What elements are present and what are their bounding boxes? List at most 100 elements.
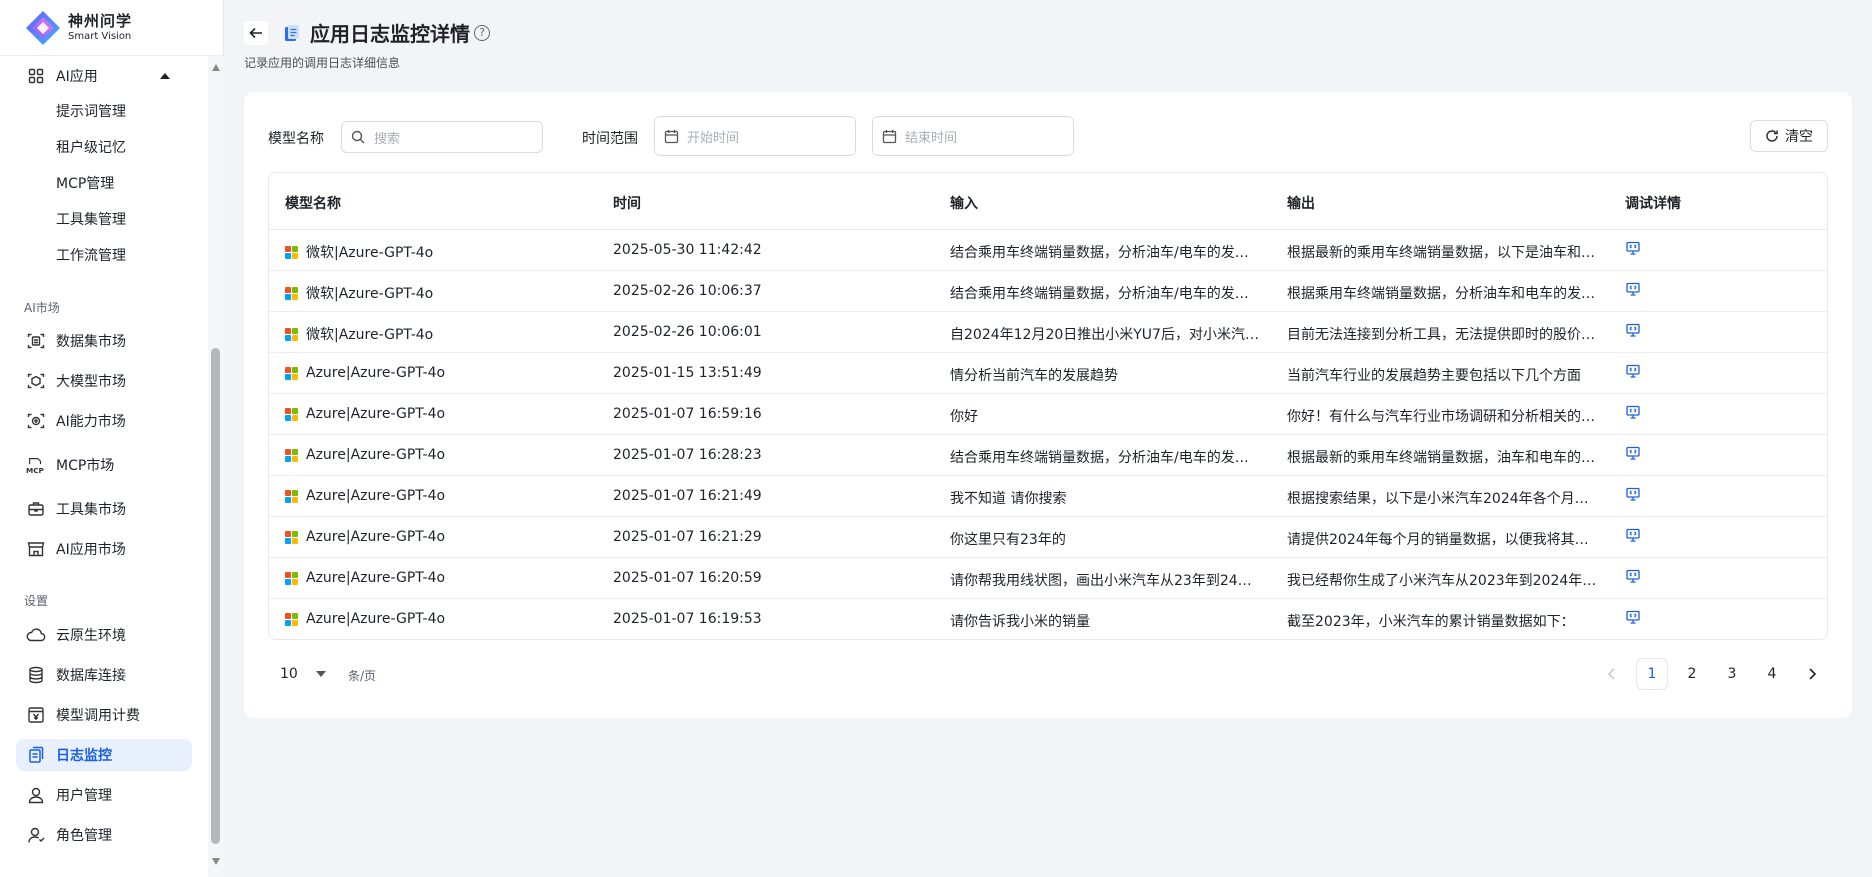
logo-square (292, 334, 298, 341)
debug-detail-icon[interactable] (1625, 322, 1641, 342)
clear-button[interactable]: 清空 (1750, 120, 1828, 152)
cell-model: Azure|Azure-GPT-4o (285, 406, 585, 422)
billing-icon (26, 705, 46, 725)
search-icon (350, 129, 366, 145)
search-placeholder: 搜索 (374, 131, 401, 147)
sidebar-item-ai-app[interactable]: AI应用 (16, 60, 192, 92)
cell-model: 微软|Azure-GPT-4o (285, 324, 585, 344)
model-name: Azure|Azure-GPT-4o (306, 447, 446, 463)
sidebar-item-toolset-market[interactable]: 工具集市场 (16, 493, 192, 525)
col-model: 模型名称 (285, 196, 341, 212)
page-button-4[interactable]: 4 (1756, 658, 1788, 690)
logo-square (285, 537, 291, 544)
cell-time: 2025-01-07 16:21:49 (613, 488, 762, 504)
debug-detail-icon[interactable] (1625, 363, 1641, 383)
document-icon (282, 23, 302, 43)
logo-square (285, 293, 291, 300)
sidebar-item-user-mgmt[interactable]: 用户管理 (16, 779, 192, 811)
logo-square (292, 612, 298, 619)
scroll-up-icon[interactable] (212, 64, 220, 71)
debug-detail-icon[interactable] (1625, 527, 1641, 547)
logo-square (292, 293, 298, 300)
cell-input: 我不知道 请你搜索 (950, 491, 1067, 507)
microsoft-logo-icon (285, 407, 298, 421)
sidebar-item-mcp-market[interactable]: MCP MCP市场 (16, 449, 192, 481)
sidebar-item-app-market[interactable]: AI应用市场 (16, 533, 192, 565)
debug-detail-icon[interactable] (1625, 486, 1641, 506)
cell-output: 根据最新的乘用车终端销量数据，以下是油车和电车的发展趋势分析 (1287, 245, 1597, 261)
logo-square (292, 245, 298, 252)
cell-model: Azure|Azure-GPT-4o (285, 611, 585, 627)
col-input: 输入 (950, 196, 978, 212)
cell-model: Azure|Azure-GPT-4o (285, 570, 585, 586)
page-size-select[interactable]: 10 (268, 658, 338, 690)
prev-page-button[interactable] (1596, 658, 1628, 690)
debug-detail-icon[interactable] (1625, 404, 1641, 424)
brand-logo[interactable]: 神州问学 Smart Vision (0, 0, 223, 56)
sidebar-item-label: AI应用 (56, 69, 98, 85)
logo-square (285, 619, 291, 626)
search-input[interactable]: 搜索 (341, 121, 543, 153)
table-row: Azure|Azure-GPT-4o 2025-01-15 13:51:49 情分析… (269, 353, 1827, 394)
sidebar-item-label: 用户管理 (56, 788, 112, 804)
microsoft-logo-icon (285, 286, 298, 300)
page-button-1[interactable]: 1 (1636, 658, 1668, 690)
time-range-label: 时间范围 (582, 131, 638, 147)
page-button-2[interactable]: 2 (1676, 658, 1708, 690)
logo-square (292, 286, 298, 293)
logo-square (292, 373, 298, 380)
table-row: Azure|Azure-GPT-4o 2025-01-07 16:21:49 我不知… (269, 476, 1827, 517)
store-icon (26, 539, 46, 559)
cell-model: 微软|Azure-GPT-4o (285, 242, 585, 262)
scrollbar-thumb[interactable] (211, 348, 220, 844)
page-header: 应用日志监控详情 ? (244, 18, 490, 47)
start-time-placeholder: 开始时间 (687, 130, 740, 146)
sidebar-item-log-monitor[interactable]: 日志监控 (16, 739, 192, 771)
microsoft-logo-icon (285, 448, 298, 462)
page-button-3[interactable]: 3 (1716, 658, 1748, 690)
brand-name: 神州问学 (68, 11, 133, 30)
arrow-left-icon (249, 27, 262, 38)
log-table: 模型名称 时间 输入 输出 调试详情 微软|Azure-GPT-4o 2025-0… (268, 172, 1828, 640)
debug-detail-icon[interactable] (1625, 568, 1641, 588)
cell-time: 2025-02-26 10:06:01 (613, 324, 762, 340)
logo-square (292, 448, 298, 455)
help-icon[interactable]: ? (474, 24, 490, 41)
start-time-input[interactable]: 开始时间 (654, 116, 856, 156)
sidebar-item-label: MCP市场 (56, 458, 115, 474)
sidebar-item-db-connection[interactable]: 数据库连接 (16, 659, 192, 691)
cell-time: 2025-01-07 16:20:59 (613, 570, 762, 586)
back-button[interactable] (244, 20, 268, 45)
scroll-down-icon[interactable] (212, 858, 220, 865)
model-name: Azure|Azure-GPT-4o (306, 488, 446, 504)
next-page-button[interactable] (1796, 658, 1828, 690)
sidebar-sub-prompt[interactable]: 提示词管理 (56, 100, 126, 124)
page-subtitle: 记录应用的调用日志详细信息 (244, 56, 401, 70)
sidebar-sub-mcp[interactable]: MCP管理 (56, 172, 114, 196)
debug-detail-icon[interactable] (1625, 240, 1641, 260)
model-filter-label: 模型名称 (268, 131, 324, 147)
logo-square (292, 537, 298, 544)
debug-detail-icon[interactable] (1625, 281, 1641, 301)
debug-detail-icon[interactable] (1625, 609, 1641, 629)
cell-input: 结合乘用车终端销量数据，分析油车/电车的发展趋势 (950, 245, 1260, 261)
sidebar-item-ability-market[interactable]: AI能力市场 (16, 405, 192, 437)
sidebar-item-cloud-env[interactable]: 云原生环境 (16, 619, 192, 651)
end-time-input[interactable]: 结束时间 (872, 116, 1074, 156)
debug-detail-icon[interactable] (1625, 445, 1641, 465)
sidebar-item-billing[interactable]: 模型调用计费 (16, 699, 192, 731)
logo-square (285, 448, 291, 455)
end-time-placeholder: 结束时间 (905, 130, 958, 146)
sidebar-item-dataset-market[interactable]: 数据集市场 (16, 325, 192, 357)
sidebar-item-model-market[interactable]: 大模型市场 (16, 365, 192, 397)
sidebar-sub-memory[interactable]: 租户级记忆 (56, 136, 126, 160)
sidebar-scrollbar[interactable] (208, 56, 224, 877)
sidebar-nav: AI应用 提示词管理 租户级记忆 MCP管理 工具集管理 工作流管理 AI市场 … (0, 56, 208, 877)
microsoft-logo-icon (285, 571, 298, 585)
cell-output: 你好！有什么与汽车行业市场调研和分析相关的问题吗 (1287, 409, 1597, 425)
logo-square (292, 414, 298, 421)
sidebar-item-role-mgmt[interactable]: 角色管理 (16, 819, 192, 851)
sidebar-sub-toolset[interactable]: 工具集管理 (56, 208, 126, 232)
col-debug: 调试详情 (1625, 196, 1681, 212)
sidebar-sub-workflow[interactable]: 工作流管理 (56, 244, 126, 268)
